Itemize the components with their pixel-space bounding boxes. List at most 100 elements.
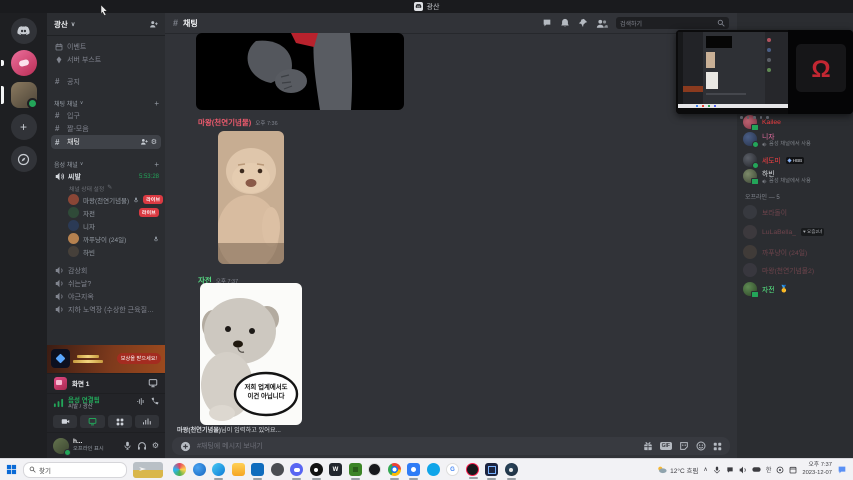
blue-app-icon[interactable] (192, 463, 206, 476)
opera-gx-icon[interactable] (465, 463, 479, 479)
avatar[interactable] (743, 205, 757, 219)
voice-channel[interactable]: 쉬는날? (47, 277, 165, 290)
widgets-thumbnail[interactable] (133, 461, 163, 478)
member-row-offline[interactable]: 까푸냥이 (24일) (743, 244, 849, 260)
message-image-cartoon[interactable] (196, 33, 404, 110)
home-button[interactable] (10, 18, 37, 44)
stream-preview-pip[interactable]: Ω (676, 30, 853, 114)
channel-status-setting[interactable]: 채널 상태 설정 ✎ (47, 183, 165, 193)
avatar[interactable] (743, 245, 757, 259)
speaker-tray-icon[interactable] (739, 466, 747, 474)
voice-channel-main[interactable]: 씨발 5:53:28 (47, 170, 165, 183)
weather-widget[interactable]: 12°C 흐림 (657, 465, 698, 475)
file-explorer-icon[interactable] (231, 463, 245, 476)
noise-suppression-icon[interactable] (136, 397, 145, 406)
emoji-icon[interactable] (696, 441, 706, 451)
user-avatar[interactable] (53, 437, 71, 456)
add-server-button[interactable]: + (10, 114, 37, 140)
channel-entrance[interactable]: # 입구 (47, 109, 165, 122)
server-icon-pink[interactable] (0, 50, 37, 76)
server-icon-gwangsan-selected[interactable] (0, 82, 38, 109)
w-app-icon[interactable]: W (329, 463, 342, 476)
member-row-offline[interactable]: LuLaBella_ ♥ 요즘2녀 (743, 224, 849, 240)
steam-app-icon[interactable] (504, 463, 518, 480)
claim-reward-button[interactable]: 보상을 받으세요! (116, 353, 161, 365)
minecraft-app-icon[interactable] (348, 463, 362, 480)
soundboard-button[interactable] (134, 415, 159, 428)
chat-tray-icon[interactable] (726, 466, 734, 474)
notifications-bell-icon[interactable] (560, 18, 570, 28)
channel-settings-gear-icon[interactable]: ⚙ (151, 138, 157, 146)
obs-app-icon[interactable] (270, 463, 284, 476)
mic-tray-icon[interactable] (713, 466, 721, 474)
screen-share-button-active[interactable] (80, 415, 105, 428)
taskbar-search[interactable]: 찾기 (23, 461, 127, 478)
channel-events[interactable]: 이벤트 (47, 40, 165, 53)
taskbar-clock[interactable]: 오후 7:37 2023-12-07 (802, 462, 832, 476)
section-voice-channels[interactable]: 음성 채널 ∨ + (47, 158, 165, 170)
discord-app-icon[interactable] (290, 463, 303, 480)
avatar[interactable] (743, 282, 759, 298)
voice-member[interactable]: 니자 (47, 219, 165, 232)
google-app-icon[interactable]: G (446, 463, 459, 476)
channel-server-boost[interactable]: 서버 부스트 (47, 53, 165, 66)
member-row[interactable]: 자전 🥇 (743, 281, 849, 298)
tray-expand-icon[interactable]: ∧ (703, 466, 707, 473)
whale-app-icon[interactable] (426, 463, 440, 476)
voice-member[interactable]: 자전 라이브 (47, 206, 165, 219)
member-list-icon[interactable] (596, 19, 608, 28)
activities-button[interactable] (107, 415, 132, 428)
notification-bubble-icon[interactable] (837, 465, 847, 475)
screen-share-row[interactable]: 화면 1 (47, 372, 165, 393)
invite-people-icon[interactable] (149, 20, 158, 29)
settings-gear-icon[interactable]: ⚙ (152, 441, 159, 450)
voice-channel[interactable]: 지하 노역장 (수상한 근육질의 ... (47, 303, 165, 316)
channel-chat-selected[interactable]: # 채팅 ⚙ (51, 135, 161, 149)
edge-browser-icon[interactable] (212, 463, 225, 480)
calendar-tray-icon[interactable] (789, 466, 797, 474)
camera-button[interactable] (53, 415, 78, 428)
status-tray-icon[interactable] (776, 466, 784, 474)
message-image-puppy[interactable]: 저희 업계에서도 이건 아닙니다 (200, 283, 302, 425)
gift-icon[interactable] (643, 441, 653, 451)
voice-member[interactable]: 마왕(천연기념물) 라이브 (47, 193, 165, 206)
headphones-icon[interactable] (137, 441, 147, 451)
mic-icon[interactable] (123, 441, 132, 450)
message-composer[interactable]: #채팅에 메시지 보내기 GIF (172, 437, 730, 455)
channel-notice[interactable]: # 공지 (47, 75, 165, 88)
pinned-messages-icon[interactable] (578, 18, 588, 28)
search-input[interactable]: 검색하기 (616, 17, 729, 29)
quest-promo-banner[interactable]: 보상을 받으세요! (47, 344, 165, 373)
avatar[interactable] (743, 225, 757, 239)
ime-indicator[interactable]: 한 (766, 465, 772, 474)
start-button[interactable] (6, 464, 17, 475)
create-channel-icon[interactable]: + (154, 99, 159, 108)
composer-placeholder[interactable]: #채팅에 메시지 보내기 (197, 441, 637, 451)
avatar[interactable] (743, 263, 757, 277)
member-row-offline[interactable]: 마왕(천연기념물2) (743, 262, 849, 278)
voice-member[interactable]: 까푸냥이 (24일) (47, 232, 165, 245)
gif-picker-icon[interactable]: GIF (659, 442, 672, 450)
member-row[interactable]: 니자 음성 채널에서 사용 (743, 128, 849, 150)
server-header[interactable]: 광산 ∨ (47, 13, 165, 36)
create-voice-channel-icon[interactable]: + (154, 160, 159, 169)
monitor-icon[interactable] (148, 378, 158, 388)
message-author[interactable]: 마왕(천연기념물) (198, 117, 251, 128)
disconnect-call-icon[interactable] (150, 396, 159, 406)
member-row[interactable]: 하빈 음성 채널에서 사용 (743, 165, 849, 187)
voice-member[interactable]: 하빈 (47, 245, 165, 258)
chrome-browser-icon[interactable] (387, 463, 401, 480)
controller-tray-icon[interactable] (752, 466, 761, 473)
voice-channel[interactable]: 감상회 (47, 264, 165, 277)
avatar[interactable] (743, 169, 759, 185)
sticker-icon[interactable] (679, 441, 689, 451)
avatar[interactable] (743, 132, 759, 148)
explore-servers-button[interactable] (10, 146, 37, 172)
message-image-baby[interactable] (218, 131, 284, 264)
channel-memes[interactable]: # 짤-모음 (47, 122, 165, 135)
microsoft-store-icon[interactable] (251, 463, 264, 480)
apps-grid-icon[interactable] (713, 442, 722, 451)
dark-blue-app-icon[interactable] (485, 463, 498, 480)
invite-to-channel-icon[interactable] (140, 138, 148, 146)
member-row-offline[interactable]: 보라돌이 (743, 204, 849, 220)
